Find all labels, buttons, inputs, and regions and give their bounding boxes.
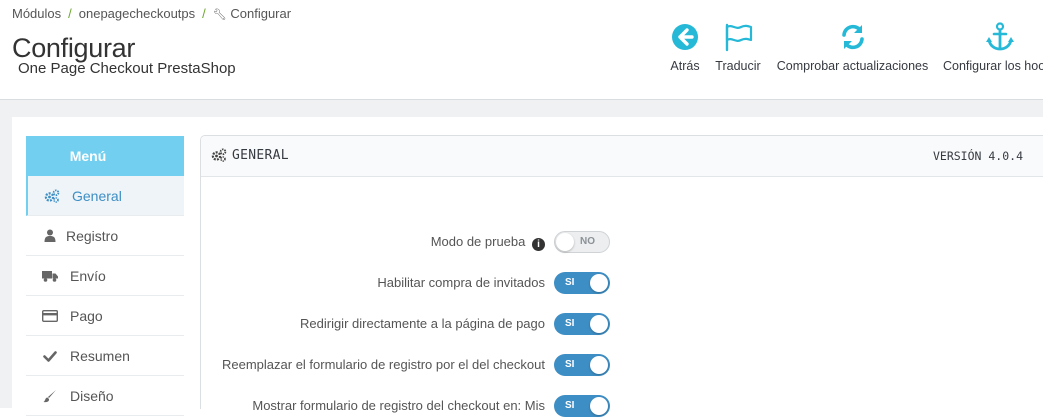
guest-checkout-switch[interactable]: SI <box>554 272 610 294</box>
panel-heading: GENERAL VERSIÓN 4.0.4 <box>201 136 1043 177</box>
show-registration-label: Mostrar formulario de registro del check… <box>252 398 545 413</box>
translate-label: Traducir <box>715 59 761 73</box>
check-updates-label: Comprobar actualizaciones <box>776 59 929 73</box>
replace-registration-switch[interactable]: SI <box>554 354 610 376</box>
module-panel: Menú General Registro Envío Pago Resumen… <box>12 117 1043 417</box>
form-row-test-mode: Modo de prueba i NO <box>201 229 1043 255</box>
check-updates-button[interactable]: Comprobar actualizaciones <box>775 22 930 73</box>
anchor-icon <box>986 22 1014 51</box>
form-row-show-registration: Mostrar formulario de registro del check… <box>201 393 1043 419</box>
credit-card-icon <box>41 296 59 336</box>
side-menu: Menú General Registro Envío Pago Resumen… <box>26 136 184 416</box>
cogs-icon <box>44 176 60 216</box>
menu-item-label: Envío <box>70 268 106 284</box>
switch-knob <box>556 233 574 251</box>
switch-value: SI <box>565 359 575 370</box>
back-button[interactable]: Atrás <box>667 22 703 73</box>
menu-item-resumen[interactable]: Resumen <box>26 336 184 376</box>
truck-icon <box>42 256 58 296</box>
guest-checkout-label: Habilitar compra de invitados <box>377 275 545 290</box>
refresh-icon <box>841 24 864 50</box>
user-icon <box>42 216 58 256</box>
panel-title: GENERAL <box>232 148 289 163</box>
breadcrumb: Módulos / onepagecheckoutps / 🔧︎ Configurar <box>12 6 291 21</box>
switch-knob <box>590 315 608 333</box>
version-label: VERSIÓN 4.0.4 <box>932 149 1023 163</box>
back-label: Atrás <box>670 59 700 73</box>
arrow-circle-left-icon <box>672 24 698 50</box>
configure-hooks-label: Configurar los hooks <box>943 59 1043 73</box>
breadcrumb-module-link[interactable]: onepagecheckoutps <box>79 6 195 21</box>
menu-item-registro[interactable]: Registro <box>26 216 184 256</box>
menu-item-label: General <box>72 188 122 204</box>
info-icon[interactable]: i <box>532 238 545 251</box>
check-icon <box>42 336 58 376</box>
form-row-redirect-payment: Redirigir directamente a la página de pa… <box>201 311 1043 337</box>
switch-value: NO <box>580 236 595 247</box>
form-row-guest-checkout: Habilitar compra de invitados SI <box>201 270 1043 296</box>
general-config-panel: GENERAL VERSIÓN 4.0.4 Modo de prueba i N… <box>200 135 1043 417</box>
menu-item-envio[interactable]: Envío <box>26 256 184 296</box>
test-mode-switch[interactable]: NO <box>554 231 610 253</box>
menu-item-label: Resumen <box>70 348 130 364</box>
breadcrumb-separator: / <box>202 6 206 21</box>
menu-item-general[interactable]: General <box>26 176 184 216</box>
replace-registration-label: Reemplazar el formulario de registro por… <box>222 357 545 372</box>
breadcrumb-current: Configurar <box>230 6 292 21</box>
menu-item-diseno[interactable]: Diseño <box>26 376 184 416</box>
menu-item-label: Pago <box>70 308 103 324</box>
switch-value: SI <box>565 400 575 411</box>
switch-knob <box>590 274 608 292</box>
paint-brush-icon <box>42 376 58 416</box>
show-registration-switch[interactable]: SI <box>554 395 610 417</box>
redirect-payment-label: Redirigir directamente a la página de pa… <box>300 316 545 331</box>
menu-header: Menú <box>26 136 184 176</box>
menu-item-label: Registro <box>66 228 119 244</box>
field-label: Modo de prueba i <box>431 229 545 255</box>
page-subtitle: One Page Checkout PrestaShop <box>18 60 236 77</box>
switch-value: SI <box>565 318 575 329</box>
translate-button[interactable]: Traducir <box>712 22 764 73</box>
form-row-replace-registration: Reemplazar el formulario de registro por… <box>201 352 1043 378</box>
menu-item-pago[interactable]: Pago <box>26 296 184 336</box>
page-header: Módulos / onepagecheckoutps / 🔧︎ Configurar … <box>0 0 1043 100</box>
breadcrumb-modules-link[interactable]: Módulos <box>12 6 61 21</box>
breadcrumb-separator: / <box>68 6 72 21</box>
menu-item-label: Diseño <box>70 388 114 404</box>
wrench-icon: 🔧︎ <box>212 9 227 21</box>
configure-hooks-button[interactable]: Configurar los hooks <box>941 22 1043 73</box>
test-mode-label: Modo de prueba <box>430 234 526 249</box>
switch-knob <box>590 397 608 415</box>
cogs-icon <box>211 136 227 176</box>
switch-knob <box>590 356 608 374</box>
content-area: Menú General Registro Envío Pago Resumen… <box>0 100 1043 417</box>
redirect-payment-switch[interactable]: SI <box>554 313 610 335</box>
flag-icon <box>725 23 753 52</box>
switch-value: SI <box>565 277 575 288</box>
